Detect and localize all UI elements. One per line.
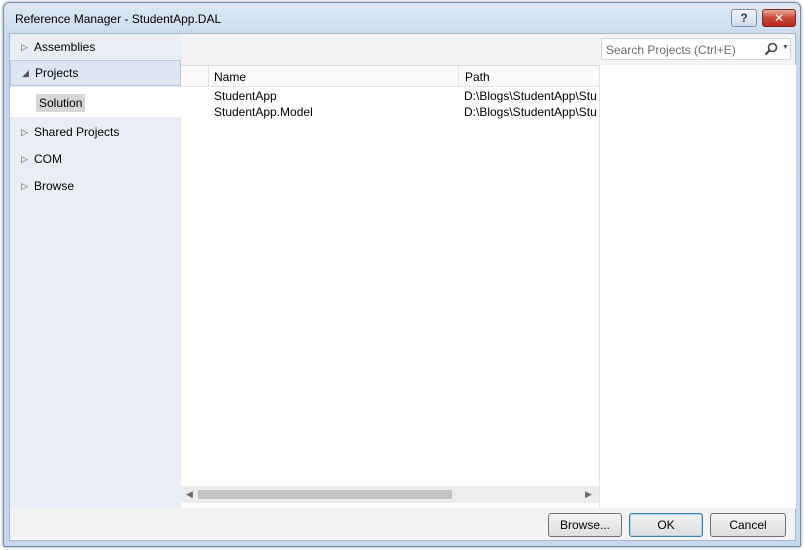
search-options-dropdown-icon[interactable]: ▼ [782,44,789,51]
project-name: StudentApp [214,89,277,103]
title-bar: Reference Manager - StudentApp.DAL ? ✕ [4,3,800,33]
reference-manager-dialog: Reference Manager - StudentApp.DAL ? ✕ ▷… [3,2,801,547]
dialog-body: ▷ Assemblies ◢ Projects Solution ▷ Share… [9,33,796,541]
column-header-name[interactable]: Name [209,66,459,87]
scrollbar-thumb[interactable] [198,490,452,499]
nav-item-projects[interactable]: ◢ Projects [10,60,181,86]
expand-arrow-icon[interactable]: ▷ [21,42,28,53]
nav-item-label: Shared Projects [34,125,120,139]
cancel-button[interactable]: Cancel [710,513,786,537]
collapse-arrow-icon[interactable]: ◢ [22,68,29,79]
column-header-row: Name Path [181,66,599,87]
nav-item-shared-projects[interactable]: ▷ Shared Projects [10,119,181,145]
search-icon[interactable] [764,42,778,56]
project-list: Name Path StudentApp D:\Blogs\StudentApp… [181,65,599,508]
expand-arrow-icon[interactable]: ▷ [21,181,28,192]
nav-item-com[interactable]: ▷ COM [10,146,181,172]
project-path: D:\Blogs\StudentApp\Stu [464,89,597,103]
help-button[interactable]: ? [731,9,757,27]
nav-subitem-solution[interactable]: Solution [10,87,181,117]
project-path: D:\Blogs\StudentApp\Stu [464,105,597,119]
nav-item-label: Projects [35,66,79,80]
table-row[interactable]: StudentApp.Model D:\Blogs\StudentApp\Stu [181,104,599,120]
window-title: Reference Manager - StudentApp.DAL [15,12,222,26]
expand-arrow-icon[interactable]: ▷ [21,154,28,165]
nav-item-assemblies[interactable]: ▷ Assemblies [10,34,181,60]
checkbox-column-header [181,66,209,87]
horizontal-scrollbar[interactable]: ◀ ▶ [181,486,599,503]
project-name: StudentApp.Model [214,105,313,119]
close-button[interactable]: ✕ [762,9,796,27]
nav-item-label: Browse [34,179,75,193]
table-row[interactable]: StudentApp D:\Blogs\StudentApp\Stu [181,88,599,104]
nav-item-label: COM [34,152,62,166]
nav-item-browse[interactable]: ▷ Browse [10,173,181,199]
search-placeholder: Search Projects (Ctrl+E) [606,43,736,57]
column-header-path[interactable]: Path [459,66,599,87]
category-nav: ▷ Assemblies ◢ Projects Solution ▷ Share… [10,34,181,508]
expand-arrow-icon[interactable]: ▷ [21,127,28,138]
ok-button[interactable]: OK [629,513,703,537]
search-projects-input[interactable]: Search Projects (Ctrl+E) ▼ [601,38,791,60]
scroll-right-arrow-icon[interactable]: ▶ [585,489,592,500]
nav-item-label: Assemblies [34,40,96,54]
nav-subitem-label: Solution [36,94,86,112]
browse-button[interactable]: Browse... [548,513,622,537]
details-pane [599,65,796,508]
scroll-left-arrow-icon[interactable]: ◀ [186,489,193,500]
